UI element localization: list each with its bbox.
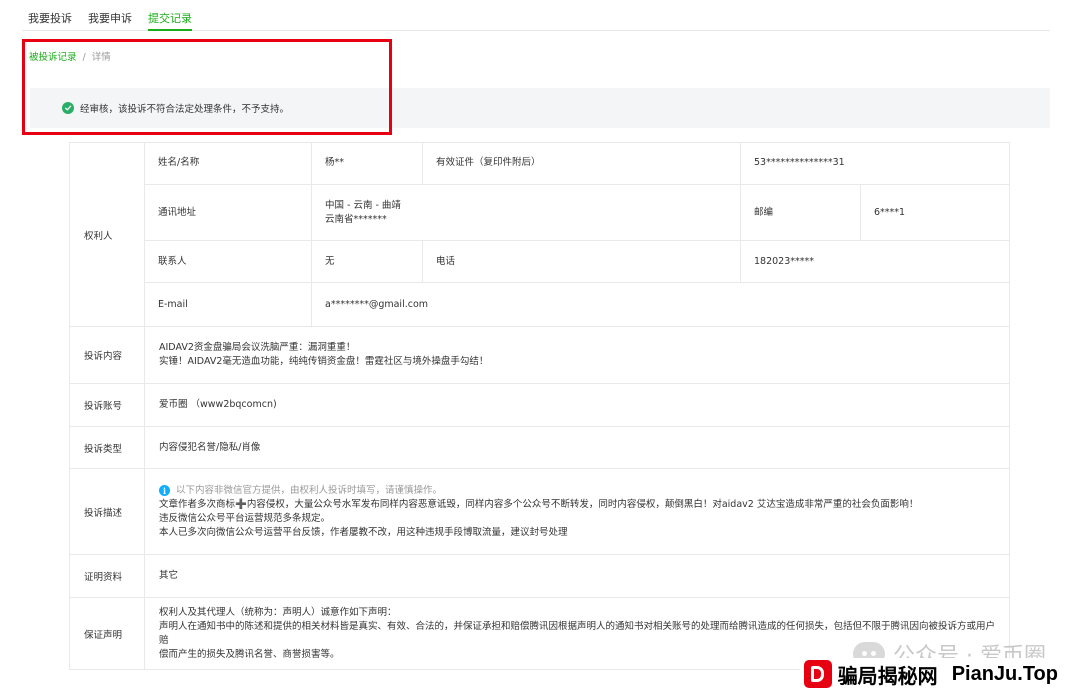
address-line-1: 中国 - 云南 - 曲靖	[325, 199, 401, 211]
complaint-content-row: 投诉内容 AIDAV2资金盘骗局会议洗脑严重：漏洞重重！ 实锤！AIDAV2毫无…	[70, 327, 1009, 384]
rights-holder-row: 权利人 姓名/名称 杨** 有效证件（复印件附后） 53************…	[70, 143, 1009, 327]
complaint-type-row: 投诉类型 内容侵犯名誉/隐私/肖像	[70, 427, 1009, 469]
name-label: 姓名/名称	[145, 143, 312, 184]
complaint-account-row: 投诉账号 爱币圈 （www2bqcomcn)	[70, 384, 1009, 427]
tab-bar: 我要投诉 我要申诉 提交记录	[22, 0, 1050, 31]
brand-logo-icon	[803, 660, 832, 688]
tab-records[interactable]: 提交记录	[148, 0, 192, 31]
complaint-type-value: 内容侵犯名誉/隐私/肖像	[159, 441, 261, 453]
complaint-account-label: 投诉账号	[70, 384, 145, 426]
complaint-type-label: 投诉类型	[70, 427, 145, 468]
address-label: 通讯地址	[145, 184, 312, 241]
tab-complain[interactable]: 我要投诉	[28, 0, 72, 31]
name-value: 杨**	[312, 143, 423, 184]
contact-label: 联系人	[145, 241, 312, 283]
brand-overlay: 骗局揭秘网 PianJu.Top	[799, 658, 1062, 690]
address-line-2: 云南省*******	[325, 213, 387, 225]
address-row: 通讯地址 中国 - 云南 - 曲靖 云南省******* 邮编 6****1	[145, 184, 1009, 242]
evidence-value: 其它	[159, 570, 179, 581]
rights-holder-grid: 姓名/名称 杨** 有效证件（复印件附后） 53**************31…	[145, 143, 1009, 327]
address-value: 中国 - 云南 - 曲靖 云南省*******	[312, 184, 741, 241]
description-notice: i 以下内容非微信官方提供，由权利人投诉时填写，请谨慎操作。	[159, 484, 995, 498]
id-value: 53**************31	[754, 157, 845, 169]
email-row: E-mail a********@gmail.com	[145, 283, 1009, 327]
complaint-content-line-2: 实锤！AIDAV2毫无造血功能，纯纯传销资金盘！雷霆社区与境外操盘手勾结！	[159, 356, 489, 367]
name-row: 姓名/名称 杨** 有效证件（复印件附后） 53**************31	[145, 143, 1009, 185]
red-highlight-annotation	[22, 39, 392, 135]
id-label: 有效证件（复印件附后）	[423, 143, 741, 184]
description-notice-text: 以下内容非微信官方提供，由权利人投诉时填写，请谨慎操作。	[176, 484, 443, 496]
rights-holder-label: 权利人	[70, 143, 145, 326]
complaint-description-row: 投诉描述 i 以下内容非微信官方提供，由权利人投诉时填写，请谨慎操作。 文章作者…	[70, 469, 1009, 555]
postcode-label: 邮编	[741, 184, 861, 241]
complaint-content-value: AIDAV2资金盘骗局会议洗脑严重：漏洞重重！ 实锤！AIDAV2毫无造血功能，…	[145, 327, 1009, 383]
evidence-label: 证明资料	[70, 555, 145, 597]
email-label: E-mail	[145, 283, 312, 327]
phone-value: 182023*****	[754, 255, 815, 267]
info-icon: i	[159, 485, 170, 496]
phone-label: 电话	[423, 241, 741, 283]
complaint-description-label: 投诉描述	[70, 469, 145, 554]
brand-name-en: PianJu.Top	[951, 662, 1058, 685]
brand-name-cn: 骗局揭秘网	[837, 663, 938, 688]
description-line-2: 违反微信公众号平台运营规范多条规定。	[159, 512, 331, 524]
complaint-description-value: i 以下内容非微信官方提供，由权利人投诉时填写，请谨慎操作。 文章作者多次商标➕…	[145, 469, 1009, 554]
contact-row: 联系人 无 电话 182023*****	[145, 241, 1009, 284]
complaint-detail-table: 权利人 姓名/名称 杨** 有效证件（复印件附后） 53************…	[69, 142, 1010, 670]
tab-appeal[interactable]: 我要申诉	[88, 0, 132, 31]
evidence-row: 证明资料 其它	[70, 555, 1009, 598]
postcode-value: 6****1	[874, 206, 906, 218]
complaint-content-label: 投诉内容	[70, 327, 145, 383]
contact-value: 无	[312, 241, 423, 283]
complaint-content-line-1: AIDAV2资金盘骗局会议洗脑严重：漏洞重重！	[159, 342, 356, 353]
guarantee-line-1: 权利人及其代理人（统称为：声明人）诚意作如下声明：	[159, 606, 397, 618]
guarantee-label: 保证声明	[70, 598, 145, 669]
complaint-account-value: 爱币圈 （www2bqcomcn)	[159, 399, 277, 410]
description-line-1: 文章作者多次商标➕内容侵权，大量公众号水军发布同样内容恶意诋毁，同样内容多个公众…	[159, 498, 919, 510]
description-line-3: 本人已多次向微信公众号运营平台反馈，作者屡教不改，用这种违规手段博取流量，建议封…	[159, 526, 568, 538]
email-value: a********@gmail.com	[325, 298, 429, 310]
